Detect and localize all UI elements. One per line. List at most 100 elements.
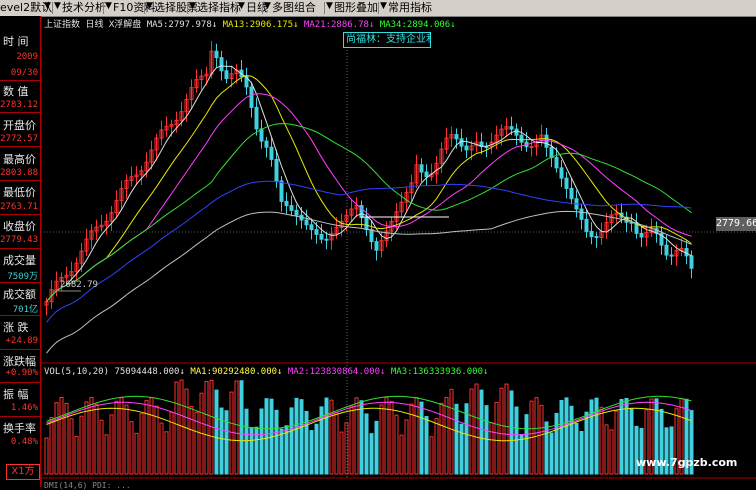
low-price-label: 2682.79 (60, 280, 98, 290)
volume-bar (589, 399, 594, 475)
news-tooltip[interactable]: 尚福林：支持企业利用 (343, 32, 431, 48)
ma21-value: 2886.78 (331, 20, 369, 30)
volume-bar (149, 397, 154, 475)
volume-bar (374, 420, 379, 475)
volume-value: 7509万 (7, 272, 38, 282)
volume-bar (234, 380, 239, 475)
toolbar-common-indicator-button[interactable]: 常用指标 (388, 0, 432, 16)
candle-body (309, 224, 314, 231)
volume-bar (184, 388, 189, 475)
toolbar-overlay-button[interactable]: 图形叠加 (334, 0, 378, 16)
zoom-button[interactable]: X1方 (6, 464, 40, 480)
candle-body (419, 164, 424, 173)
candle-body (554, 157, 559, 169)
open-value: 2772.57 (0, 134, 38, 144)
volume-bar (394, 414, 399, 475)
volume-bar (214, 389, 219, 475)
candle-body (639, 232, 644, 238)
volume-bar (129, 421, 134, 475)
volume-bar (594, 397, 599, 475)
volume-bar (344, 422, 349, 475)
amount-value: 701亿 (12, 305, 38, 315)
candle-body (314, 229, 319, 235)
volume-bar (94, 403, 99, 475)
volume-bar (259, 408, 264, 475)
volume-bar (599, 406, 604, 475)
high-value: 2803.88 (0, 168, 38, 178)
volume-bar (329, 399, 334, 475)
dropdown-arrow-icon[interactable]: ▼ (54, 1, 61, 11)
candle-body (569, 187, 574, 200)
separator (0, 349, 40, 350)
toolbar-multi-chart-button[interactable]: 多图组合 (272, 0, 316, 16)
dropdown-arrow-icon[interactable]: ▼ (44, 1, 51, 11)
period: 日线 (85, 20, 104, 30)
volume-bar (179, 379, 184, 475)
index-name: 上证指数 (44, 20, 81, 30)
volume-bar (509, 390, 514, 475)
ma21-line (46, 93, 692, 303)
volume-bar (419, 401, 424, 475)
toolbar-select-indicator-button[interactable]: 选择指标 (197, 0, 241, 16)
kline-chart[interactable] (41, 16, 756, 487)
volume-bar (49, 417, 54, 475)
volume-bar (114, 400, 119, 475)
candle-body (259, 128, 264, 142)
volume-bar (434, 418, 439, 475)
dropdown-arrow-icon[interactable]: ▼ (380, 1, 387, 11)
volume-bar (569, 405, 574, 475)
toolbar-tech-analysis-button[interactable]: 技术分析 (62, 0, 106, 16)
volume-bar (624, 397, 629, 475)
low-value: 2763.71 (0, 202, 38, 212)
amplitude-label: 振 幅 (3, 388, 29, 401)
volume-bar (364, 413, 369, 475)
candle-body (274, 158, 279, 182)
dropdown-arrow-icon[interactable]: ▼ (326, 1, 333, 11)
toolbar-separator (103, 2, 104, 14)
volume-bar (99, 419, 104, 475)
candle-body (689, 255, 694, 269)
separator (0, 248, 40, 249)
toolbar-separator (144, 2, 145, 14)
candle-body (454, 134, 459, 140)
volume-bar (74, 435, 79, 475)
toolbar: evel2默认 ▼ 技术分析 ▼ F10资料 ▼ 选择股票 ▼ 选择指标 ▼ 日线 ▼ 多图组合 ▼ 图形叠… (0, 0, 756, 17)
volume-bar (69, 418, 74, 475)
dropdown-arrow-icon[interactable]: ▼ (238, 1, 245, 11)
separator (0, 416, 40, 417)
vol-indicator-label: VOL(5,10,20) (44, 367, 110, 377)
vol-header: VOL(5,10,20) 75094448.000↓ MA1:90292480.… (44, 367, 489, 377)
volume-bar (279, 428, 284, 475)
change-value: +24.89 (5, 336, 38, 346)
separator (0, 180, 40, 181)
toolbar-separator (378, 2, 379, 14)
volume-bar (109, 414, 114, 475)
volume-bar (539, 404, 544, 475)
volume-bar (294, 397, 299, 475)
volume-bar (139, 413, 144, 475)
ma90-line (46, 210, 692, 354)
candle-body (224, 70, 229, 80)
candle-body (319, 233, 324, 240)
volume-bar (239, 380, 244, 475)
candle-body (249, 86, 254, 108)
candle-body (559, 167, 564, 179)
candle-body (579, 208, 584, 220)
separator (0, 80, 40, 81)
restore-mode: X浮解盘 (108, 20, 142, 30)
volume-bar (549, 432, 554, 475)
volume-bar (304, 410, 309, 475)
toolbar-separator (236, 2, 237, 14)
dropdown-arrow-icon[interactable]: ▼ (105, 1, 112, 11)
volume-bar (334, 412, 339, 475)
dropdown-arrow-icon[interactable]: ▼ (146, 1, 153, 11)
separator (0, 146, 40, 147)
volume-bar (389, 400, 394, 475)
dropdown-arrow-icon[interactable]: ▼ (189, 1, 196, 11)
candle-body (304, 219, 309, 226)
toolbar-separator (262, 2, 263, 14)
volume-bar (564, 397, 569, 475)
volume-bar (84, 401, 89, 475)
volume-bar (429, 436, 434, 475)
dropdown-arrow-icon[interactable]: ▼ (264, 1, 271, 11)
